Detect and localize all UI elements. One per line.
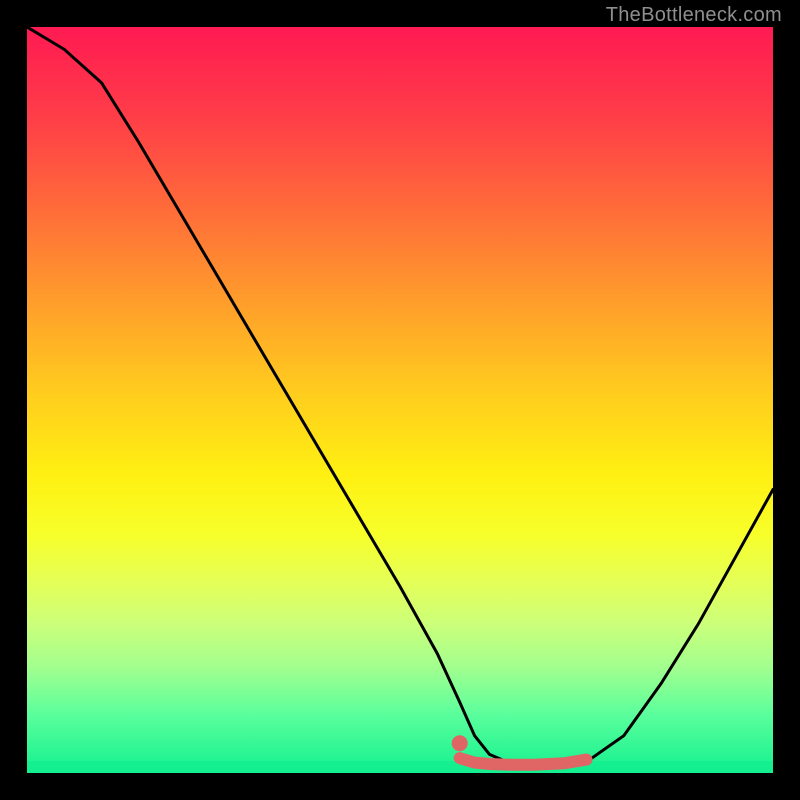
highlight-segment	[460, 758, 587, 765]
watermark-text: TheBottleneck.com	[606, 4, 782, 27]
start-dot-icon	[452, 735, 468, 751]
chart-svg	[27, 27, 773, 773]
bottleneck-curve	[27, 27, 773, 767]
outer-frame: TheBottleneck.com	[0, 0, 800, 800]
plot-area	[27, 27, 773, 773]
